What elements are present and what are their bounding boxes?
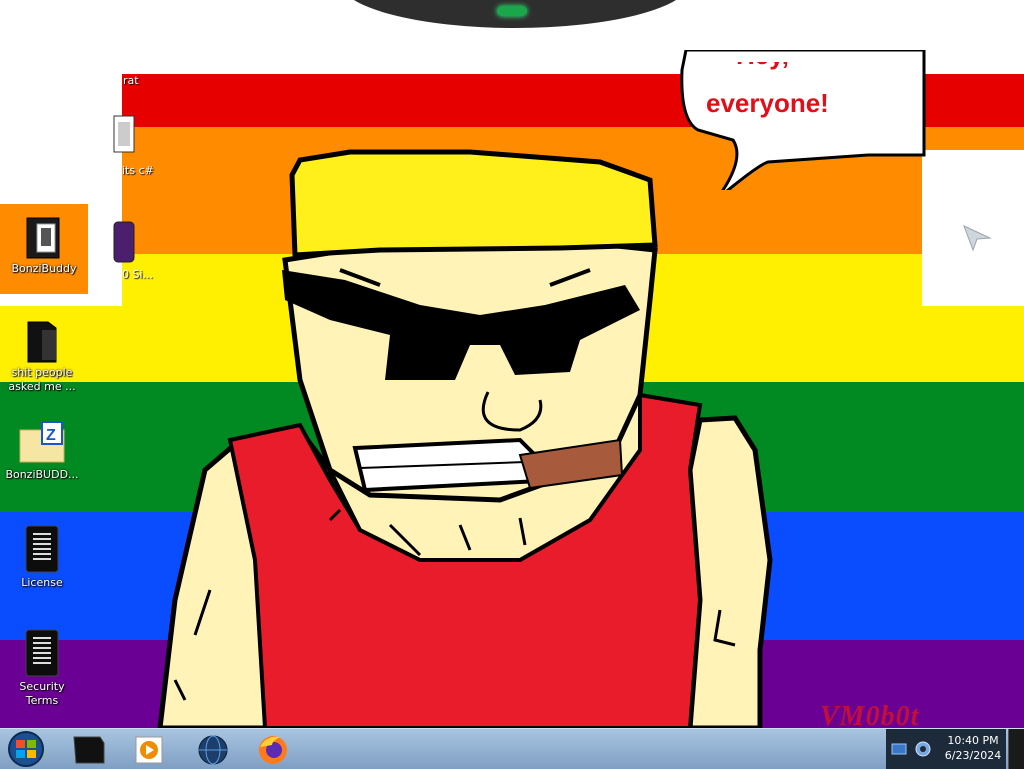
start-orb-icon[interactable] (4, 730, 48, 768)
desktop-icon-license[interactable]: License (0, 524, 84, 590)
volume-icon[interactable] (914, 740, 932, 758)
desktop-icon-si-label[interactable]: 0 Si... (122, 268, 153, 282)
document-icon (25, 629, 59, 677)
firefox-icon[interactable] (246, 731, 300, 767)
speech-bubble-text: everyone! (706, 88, 829, 118)
desktop-icon-label: License (21, 576, 63, 589)
folder-icon (27, 321, 57, 363)
desktop-icon-label: Security Terms (19, 680, 65, 707)
desktop-icon-shit-people[interactable]: shit people asked me ... (0, 318, 84, 394)
file-icon[interactable] (112, 114, 136, 154)
desktop-icon-bonzibuddy[interactable]: BonziBuddy (0, 204, 88, 294)
desktop-icon-security-terms[interactable]: Security Terms (0, 628, 84, 708)
desktop-icon-bonzibuddy-zip[interactable]: Z BonziBUDD... (0, 420, 84, 482)
watermark: VM0b0t (820, 701, 920, 728)
folder-icon (26, 217, 60, 259)
network-icon[interactable] (890, 741, 908, 757)
desktop-icon-label: BonziBUDD... (5, 468, 79, 481)
clock-date: 6/23/2024 (944, 749, 1002, 762)
clock-time: 10:40 PM (947, 734, 999, 747)
zip-archive-icon: Z (19, 421, 65, 463)
taskbar: 10:40 PM 6/23/2024 (0, 728, 1024, 769)
document-icon (25, 525, 59, 573)
media-player-icon[interactable] (122, 731, 176, 767)
desktop-icon-label: shit people asked me ... (8, 366, 76, 393)
desktop[interactable]: Hey, everyone! everyone! VM0b0t rat its … (0, 0, 1024, 728)
show-desktop-button[interactable] (1008, 729, 1024, 769)
desktop-icon-label: BonziBuddy (11, 262, 77, 275)
command-prompt-icon[interactable] (62, 731, 116, 767)
desktop-icon-csharp-label[interactable]: its c# (122, 164, 154, 177)
clock[interactable]: 10:40 PM 6/23/2024 (938, 733, 1008, 763)
browser-globe-icon[interactable] (186, 731, 240, 767)
desktop-icon-rat-label[interactable]: rat (123, 74, 139, 87)
speech-bubble-partial-line: Hey, everyone! (736, 62, 856, 74)
svg-text:Z: Z (46, 427, 56, 444)
bonzi-purple-icon[interactable] (112, 220, 136, 264)
